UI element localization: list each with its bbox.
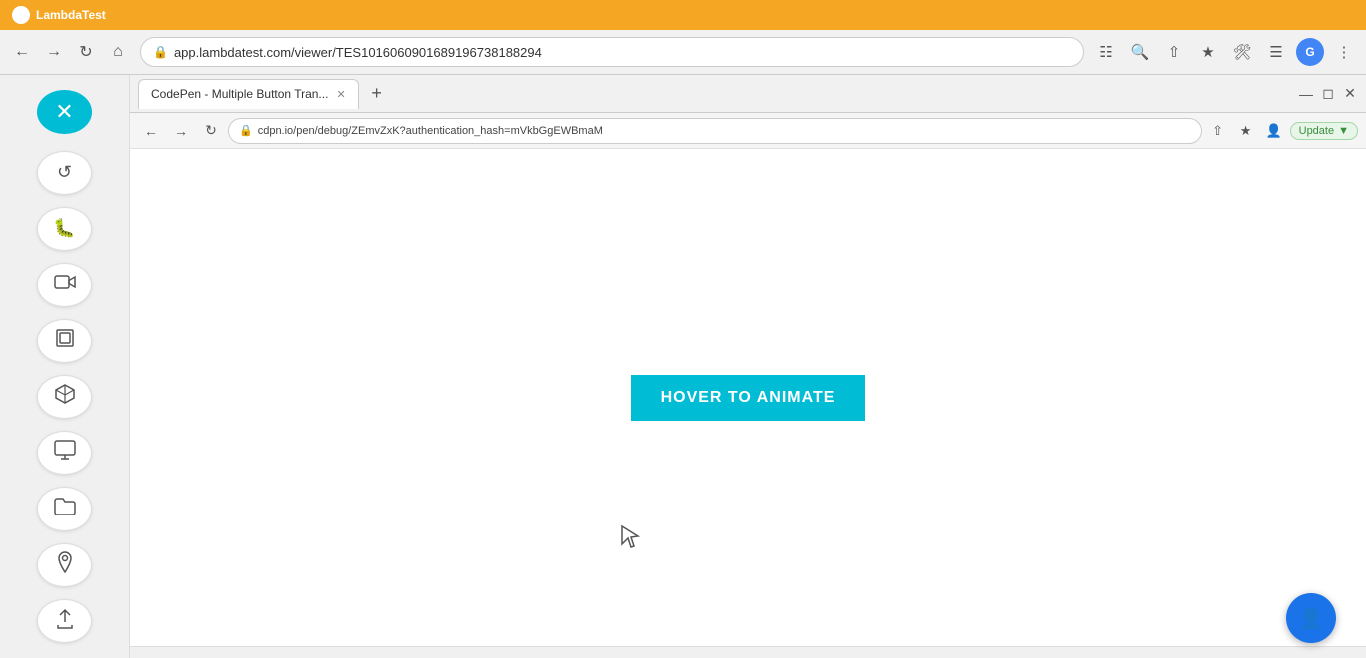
cube-button[interactable]	[37, 375, 92, 419]
window-close-button[interactable]: ✕	[1342, 86, 1358, 102]
reload-button[interactable]: ↻	[72, 38, 100, 66]
chrome-menu-button[interactable]: ⋮	[1330, 38, 1358, 66]
bookmark-button[interactable]: ★	[1194, 38, 1222, 66]
sidebar-toggle-button[interactable]: ☰	[1262, 38, 1290, 66]
forward-button[interactable]: →	[40, 38, 68, 66]
content-area: HOVER TO ANIMATE	[130, 149, 1366, 646]
zoom-button[interactable]: 🔍	[1126, 38, 1154, 66]
new-tab-button[interactable]: +	[365, 82, 389, 106]
location-icon	[56, 551, 74, 578]
chrome-address-bar[interactable]: 🔒 app.lambdatest.com/viewer/TES101606090…	[140, 37, 1084, 67]
chrome-right-icons: ☷ 🔍 ⇧ ★ 🛠 ☰ G ⋮	[1092, 38, 1358, 66]
inner-right-icons: ⇧ ★ 👤 Update ▼	[1206, 119, 1358, 143]
inner-address-text: cdpn.io/pen/debug/ZEmvZxK?authentication…	[258, 125, 603, 137]
minimize-button[interactable]: —	[1298, 86, 1314, 102]
update-label: Update	[1299, 125, 1334, 137]
chrome-address-text: app.lambdatest.com/viewer/TES10160609016…	[174, 45, 542, 60]
update-chevron: ▼	[1338, 125, 1349, 137]
inner-browser-window: CodePen - Multiple Button Tran... ✕ + — …	[130, 75, 1366, 658]
lt-logo-icon	[12, 6, 30, 24]
inner-tab-bar: CodePen - Multiple Button Tran... ✕ + — …	[130, 75, 1366, 113]
new-tab-icon: +	[371, 83, 382, 104]
share-button[interactable]: ⇧	[1160, 38, 1188, 66]
share-upload-button[interactable]	[37, 599, 92, 643]
update-button[interactable]: Update ▼	[1290, 122, 1358, 140]
inner-browser-controls: ← → ↻ 🔒 cdpn.io/pen/debug/ZEmvZxK?authen…	[130, 113, 1366, 149]
lt-logo-text: LambdaTest	[36, 8, 106, 22]
inner-bookmark-icon[interactable]: ★	[1234, 119, 1258, 143]
monitor-icon	[54, 440, 76, 465]
inner-reload-button[interactable]: ↻	[198, 118, 224, 144]
left-sidebar: ✕ ↺ 🐛	[0, 75, 130, 658]
inner-address-bar[interactable]: 🔒 cdpn.io/pen/debug/ZEmvZxK?authenticati…	[228, 118, 1202, 144]
chrome-browser-bar: ← → ↻ ⌂ 🔒 app.lambdatest.com/viewer/TES1…	[0, 30, 1366, 75]
inner-profile-icon[interactable]: 👤	[1262, 119, 1286, 143]
hover-animate-button[interactable]: HOVER TO ANIMATE	[631, 375, 866, 421]
cube-icon	[54, 383, 76, 410]
tab-close-button[interactable]: ✕	[336, 88, 345, 101]
window-controls: — ◻ ✕	[1298, 86, 1358, 102]
folder-button[interactable]	[37, 487, 92, 531]
inner-share-icon[interactable]: ⇧	[1206, 119, 1230, 143]
inner-forward-button[interactable]: →	[168, 118, 194, 144]
back-button[interactable]: ←	[8, 38, 36, 66]
lt-logo: LambdaTest	[12, 6, 106, 24]
lock-icon: 🔒	[153, 45, 168, 59]
chrome-nav-buttons: ← → ↻ ⌂	[8, 38, 132, 66]
bottom-scrollbar[interactable]	[130, 646, 1366, 658]
mouse-cursor	[620, 524, 640, 548]
monitor-button[interactable]	[37, 431, 92, 475]
close-session-button[interactable]: ✕	[37, 90, 92, 134]
refresh-icon: ↺	[57, 162, 72, 183]
upload-icon	[56, 608, 74, 635]
video-icon	[54, 273, 76, 296]
floating-action-button[interactable]: 👤	[1286, 593, 1336, 643]
bug-report-button[interactable]: 🐛	[37, 207, 92, 251]
close-icon: ✕	[55, 99, 73, 125]
folder-icon	[54, 497, 76, 520]
lambdatest-topbar: LambdaTest	[0, 0, 1366, 30]
refresh-button[interactable]: ↺	[37, 151, 92, 195]
layers-icon	[54, 327, 76, 354]
home-button[interactable]: ⌂	[104, 38, 132, 66]
tab-title: CodePen - Multiple Button Tran...	[151, 87, 328, 101]
main-layout: ✕ ↺ 🐛	[0, 75, 1366, 658]
layers-button[interactable]	[37, 319, 92, 363]
google-apps-button[interactable]: ☷	[1092, 38, 1120, 66]
location-button[interactable]	[37, 543, 92, 587]
inner-back-button[interactable]: ←	[138, 118, 164, 144]
profile-avatar[interactable]: G	[1296, 38, 1324, 66]
bug-icon: 🐛	[53, 218, 75, 239]
hover-animate-label: HOVER TO ANIMATE	[661, 389, 836, 406]
floating-action-icon: 👤	[1299, 606, 1324, 631]
maximize-button[interactable]: ◻	[1320, 86, 1336, 102]
video-record-button[interactable]	[37, 263, 92, 307]
extension-button[interactable]: 🛠	[1228, 38, 1256, 66]
inner-lock-icon: 🔒	[239, 124, 253, 137]
active-browser-tab[interactable]: CodePen - Multiple Button Tran... ✕	[138, 79, 359, 109]
